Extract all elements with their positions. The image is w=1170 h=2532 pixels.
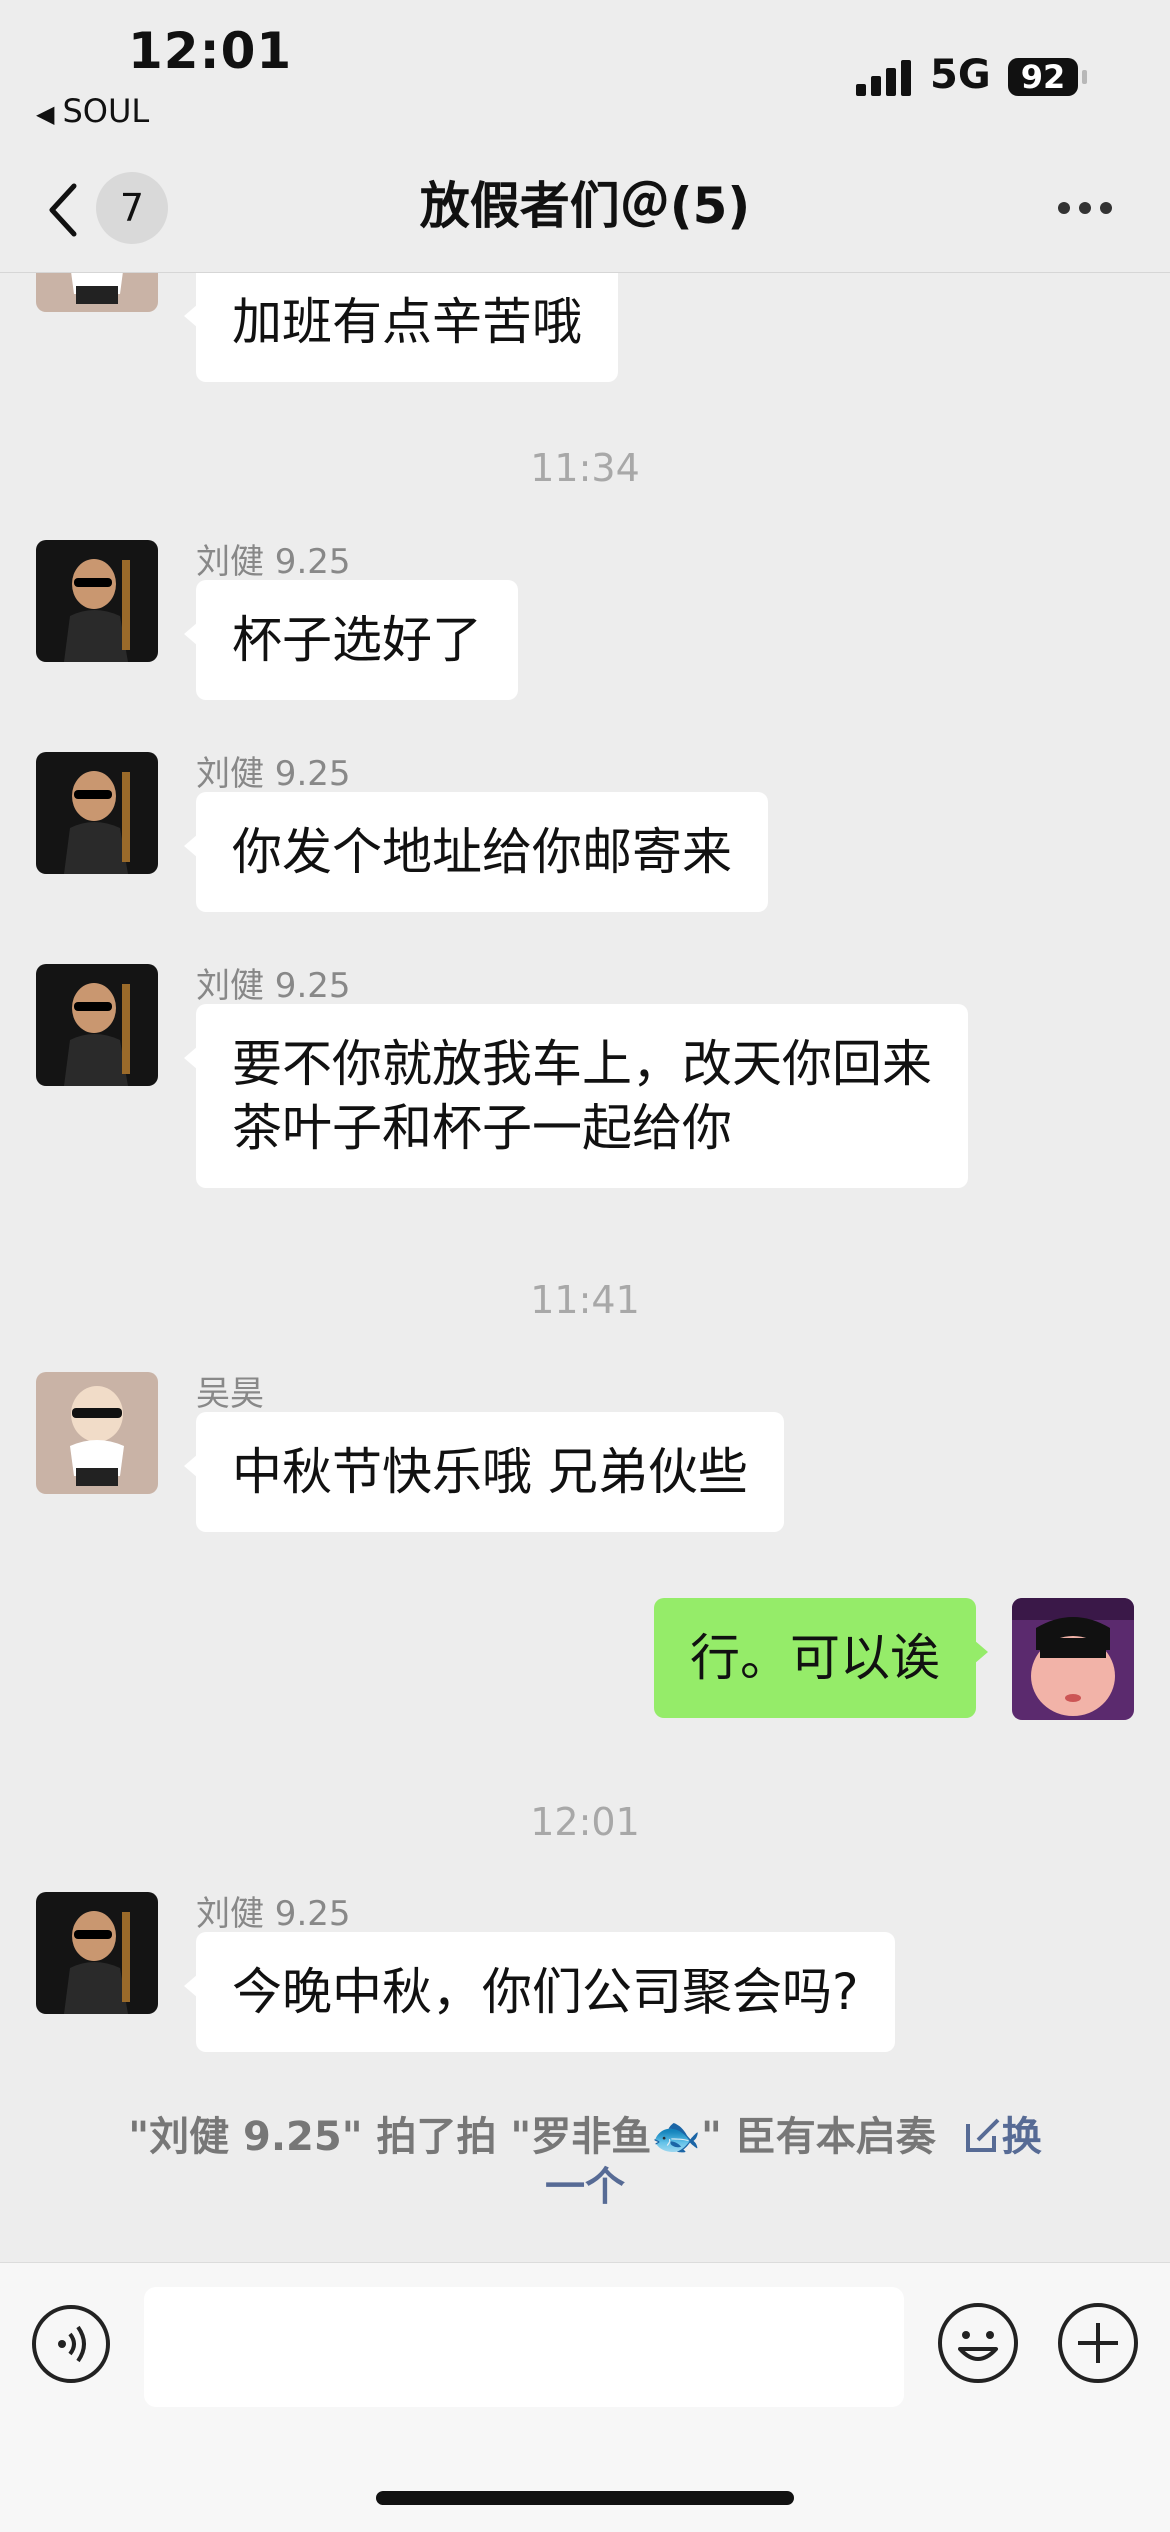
more-options-icon[interactable]: [1050, 192, 1120, 222]
emoji-icon[interactable]: [936, 2301, 1020, 2385]
message-input[interactable]: [144, 2287, 904, 2407]
chat-header: 放假者们＠(5) 7: [0, 150, 1170, 273]
battery-tip: [1082, 70, 1087, 84]
message-bubble[interactable]: 加班有点辛苦哦: [184, 272, 618, 382]
timestamp: 12:01: [530, 1800, 640, 1844]
change-pat-link-text-2: 一个: [545, 2164, 625, 2210]
plus-icon[interactable]: [1056, 2301, 1140, 2385]
network-type: 5G: [930, 52, 991, 98]
chat-title: 放假者们＠(5): [419, 177, 751, 235]
battery-icon: 92: [1008, 58, 1078, 96]
back-to-app-link[interactable]: ◀ SOUL: [36, 92, 149, 130]
message-bubble[interactable]: 中秋节快乐哦 兄弟伙些: [184, 1412, 784, 1532]
message-bubble[interactable]: 要不你就放我车上，改天你回来 茶叶子和杯子一起给你: [184, 1004, 968, 1188]
sender-name: 吴昊: [196, 1374, 264, 1414]
avatar-liujian[interactable]: [36, 540, 158, 662]
back-triangle-icon: ◀: [36, 100, 55, 128]
edit-icon: [965, 2118, 1000, 2152]
pat-text: "刘健 9.25" 拍了拍 "罗非鱼🐟" 臣有本启奏: [128, 2114, 936, 2160]
sender-name: 刘健 9.25: [196, 966, 351, 1006]
message-bubble[interactable]: 你发个地址给你邮寄来: [184, 792, 768, 912]
avatar-wuhao[interactable]: [36, 1372, 158, 1494]
message-bubble[interactable]: 杯子选好了: [184, 580, 518, 700]
change-pat-link-text: 换: [1001, 2114, 1042, 2160]
chat-screen: 12:01 ◀ SOUL 5G 92 放假者们＠(5) 7 加班有点辛苦哦 11…: [0, 0, 1170, 2532]
voice-icon: [58, 2325, 86, 2363]
status-time: 12:01: [128, 22, 293, 80]
message-line: 要不你就放我车上，改天你回来: [232, 1035, 932, 1093]
home-indicator[interactable]: [376, 2491, 794, 2505]
pat-notice: "刘健 9.25" 拍了拍 "罗非鱼🐟" 臣有本启奏 换一个: [60, 2112, 1110, 2212]
avatar-liujian[interactable]: [36, 752, 158, 874]
sender-name: 刘健 9.25: [196, 1894, 351, 1934]
sender-name: 刘健 9.25: [196, 754, 351, 794]
sender-name: 刘健 9.25: [196, 542, 351, 582]
input-toolbar: [0, 2262, 1170, 2532]
back-chevron-icon[interactable]: [44, 180, 84, 240]
avatar-wuhao[interactable]: [36, 272, 158, 312]
voice-input-button[interactable]: [32, 2305, 110, 2383]
avatar-self[interactable]: [1012, 1598, 1134, 1720]
message-line: 茶叶子和杯子一起给你: [232, 1099, 732, 1157]
status-bar: 12:01 ◀ SOUL 5G 92: [0, 0, 1170, 150]
cellular-signal-icon: [856, 58, 916, 96]
avatar-liujian[interactable]: [36, 1892, 158, 2014]
message-bubble[interactable]: 今晚中秋，你们公司聚会吗?: [184, 1932, 895, 2052]
avatar-liujian[interactable]: [36, 964, 158, 1086]
timestamp: 11:34: [530, 446, 640, 490]
message-bubble-self[interactable]: 行。可以诶: [654, 1598, 988, 1718]
back-app-label: SOUL: [62, 92, 150, 130]
message-list[interactable]: 加班有点辛苦哦 11:34 刘健 9.25 杯子选好了 刘健 9.25 你发个地…: [0, 272, 1170, 2262]
timestamp: 11:41: [530, 1278, 640, 1322]
unread-count-badge[interactable]: 7: [96, 172, 168, 244]
